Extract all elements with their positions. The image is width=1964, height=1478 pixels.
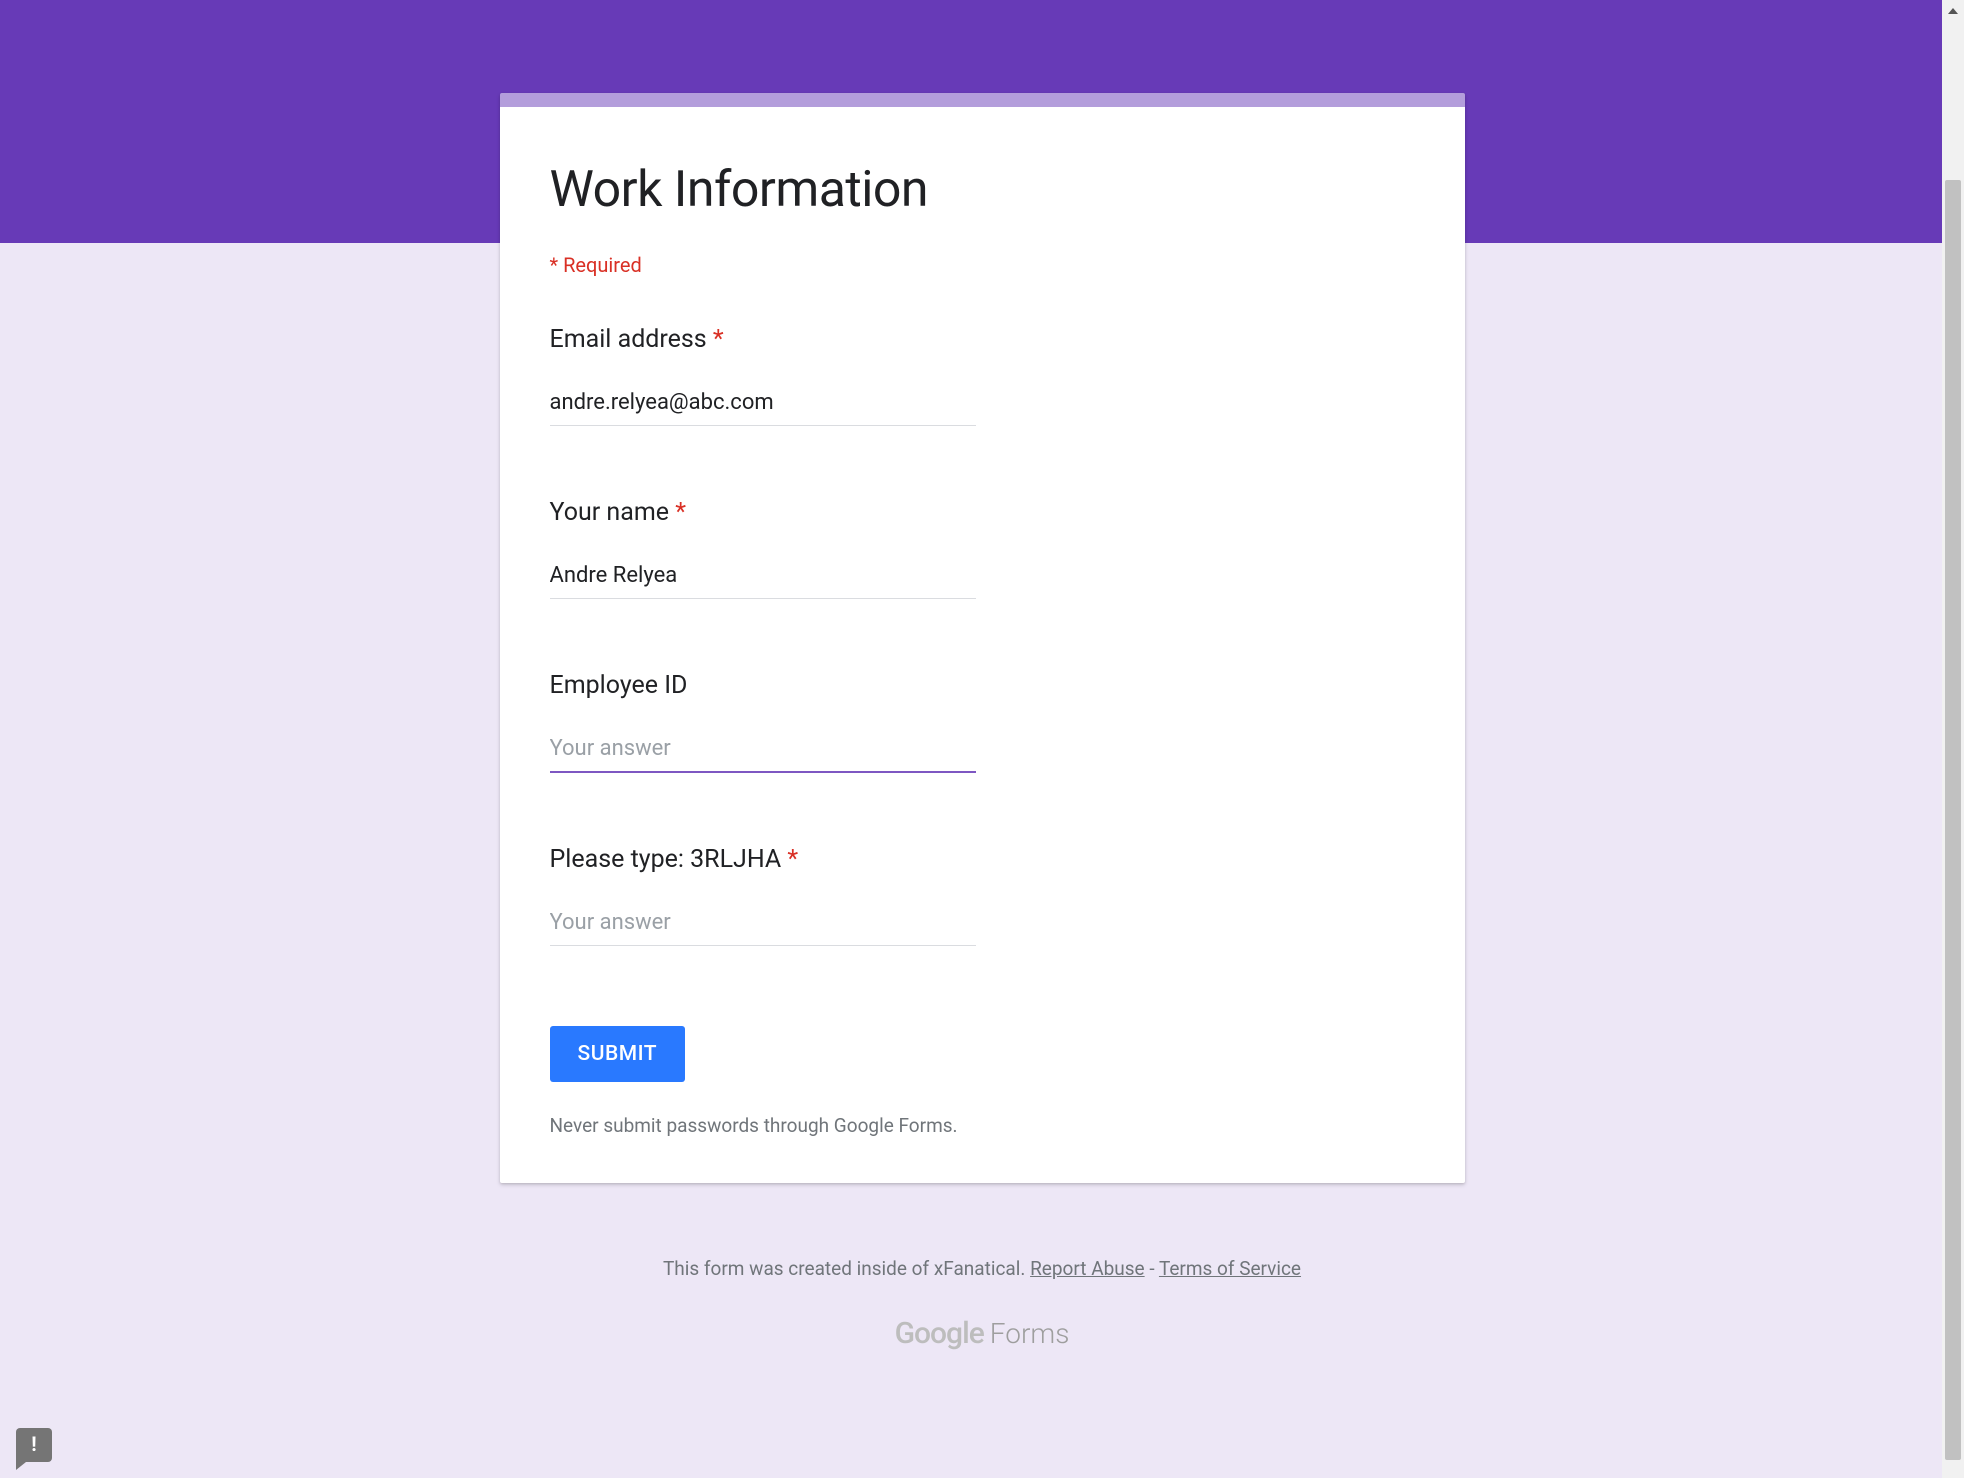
required-asterisk-icon: *	[713, 325, 724, 354]
name-input[interactable]	[550, 559, 976, 599]
footer: This form was created inside of xFanatic…	[0, 1257, 1964, 1351]
name-label-text: Your name	[550, 498, 670, 527]
required-note: * Required	[550, 253, 1415, 325]
terms-link[interactable]: Terms of Service	[1159, 1257, 1301, 1280]
captcha-label: Please type: 3RLJHA *	[550, 845, 1415, 874]
form-card: Work Information * Required Email addres…	[500, 93, 1465, 1183]
question-captcha: Please type: 3RLJHA *	[550, 845, 1415, 946]
captcha-input[interactable]	[550, 906, 976, 946]
question-email: Email address *	[550, 325, 1415, 426]
captcha-label-text: Please type: 3RLJHA	[550, 845, 782, 874]
employee-id-label: Employee ID	[550, 671, 1415, 700]
footer-disclaimer: This form was created inside of xFanatic…	[0, 1257, 1964, 1280]
footer-separator: -	[1145, 1257, 1159, 1280]
google-forms-logo[interactable]: Google Forms	[0, 1316, 1964, 1351]
email-input[interactable]	[550, 386, 976, 426]
footer-created-text: This form was created inside of xFanatic…	[663, 1257, 1030, 1280]
google-logo-text: Google	[895, 1316, 984, 1351]
feedback-icon[interactable]: !	[16, 1428, 52, 1462]
report-abuse-link[interactable]: Report Abuse	[1030, 1257, 1145, 1280]
password-warning: Never submit passwords through Google Fo…	[550, 1114, 1415, 1137]
forms-logo-text: Forms	[990, 1317, 1070, 1350]
email-label-text: Email address	[550, 325, 707, 354]
submit-button[interactable]: SUBMIT	[550, 1026, 686, 1082]
employee-id-input[interactable]	[550, 732, 976, 773]
form-title: Work Information	[550, 107, 1415, 253]
name-label: Your name *	[550, 498, 1415, 527]
question-employee-id: Employee ID	[550, 671, 1415, 773]
email-label: Email address *	[550, 325, 1415, 354]
employee-id-label-text: Employee ID	[550, 671, 688, 700]
question-name: Your name *	[550, 498, 1415, 599]
required-asterisk-icon: *	[787, 845, 798, 874]
exclamation-icon: !	[31, 1434, 36, 1454]
required-asterisk-icon: *	[675, 498, 686, 527]
